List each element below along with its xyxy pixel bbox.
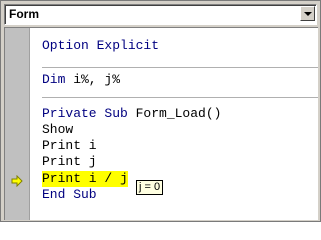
code-line-5: Print i [42,138,97,153]
object-combo-value: Form [9,7,39,21]
section-divider [42,97,318,98]
code-line-2: Dim i%, j% [42,72,121,87]
execution-arrow-icon [11,175,23,187]
section-divider [42,67,318,68]
code-window: Form Option Explicit Dim i%, j% Private … [0,0,321,222]
code-line-current: Print i / j [42,171,128,187]
data-tip-tooltip: j = 0 [136,180,164,195]
code-line-8: End Sub [42,187,97,202]
code-line-3: Private Sub Form_Load() [42,106,222,121]
code-editor[interactable]: Option Explicit Dim i%, j% Private Sub F… [4,27,318,220]
code-line-1: Option Explicit [42,38,160,53]
code-line-6: Print j [42,154,97,169]
code-line-4: Show [42,122,74,137]
margin-indicator-bar[interactable] [5,28,30,220]
object-combo[interactable]: Form [4,4,317,25]
code-text[interactable]: Option Explicit Dim i%, j% Private Sub F… [42,28,318,220]
combo-dropdown-button[interactable] [300,6,315,21]
chevron-down-icon [304,12,312,16]
